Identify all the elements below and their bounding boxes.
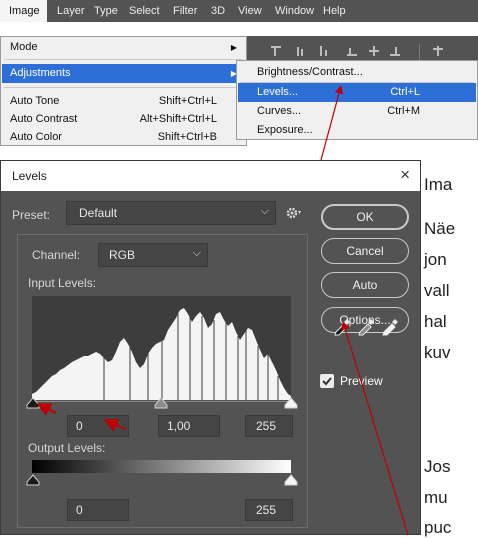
- arrow-to-eyedropper: [341, 321, 409, 535]
- arrow-to-black-field: [103, 418, 126, 432]
- annotation-arrows: [36, 85, 409, 535]
- arrow-to-black-slider: [36, 403, 57, 416]
- arrow-to-levels-menu: [320, 85, 344, 161]
